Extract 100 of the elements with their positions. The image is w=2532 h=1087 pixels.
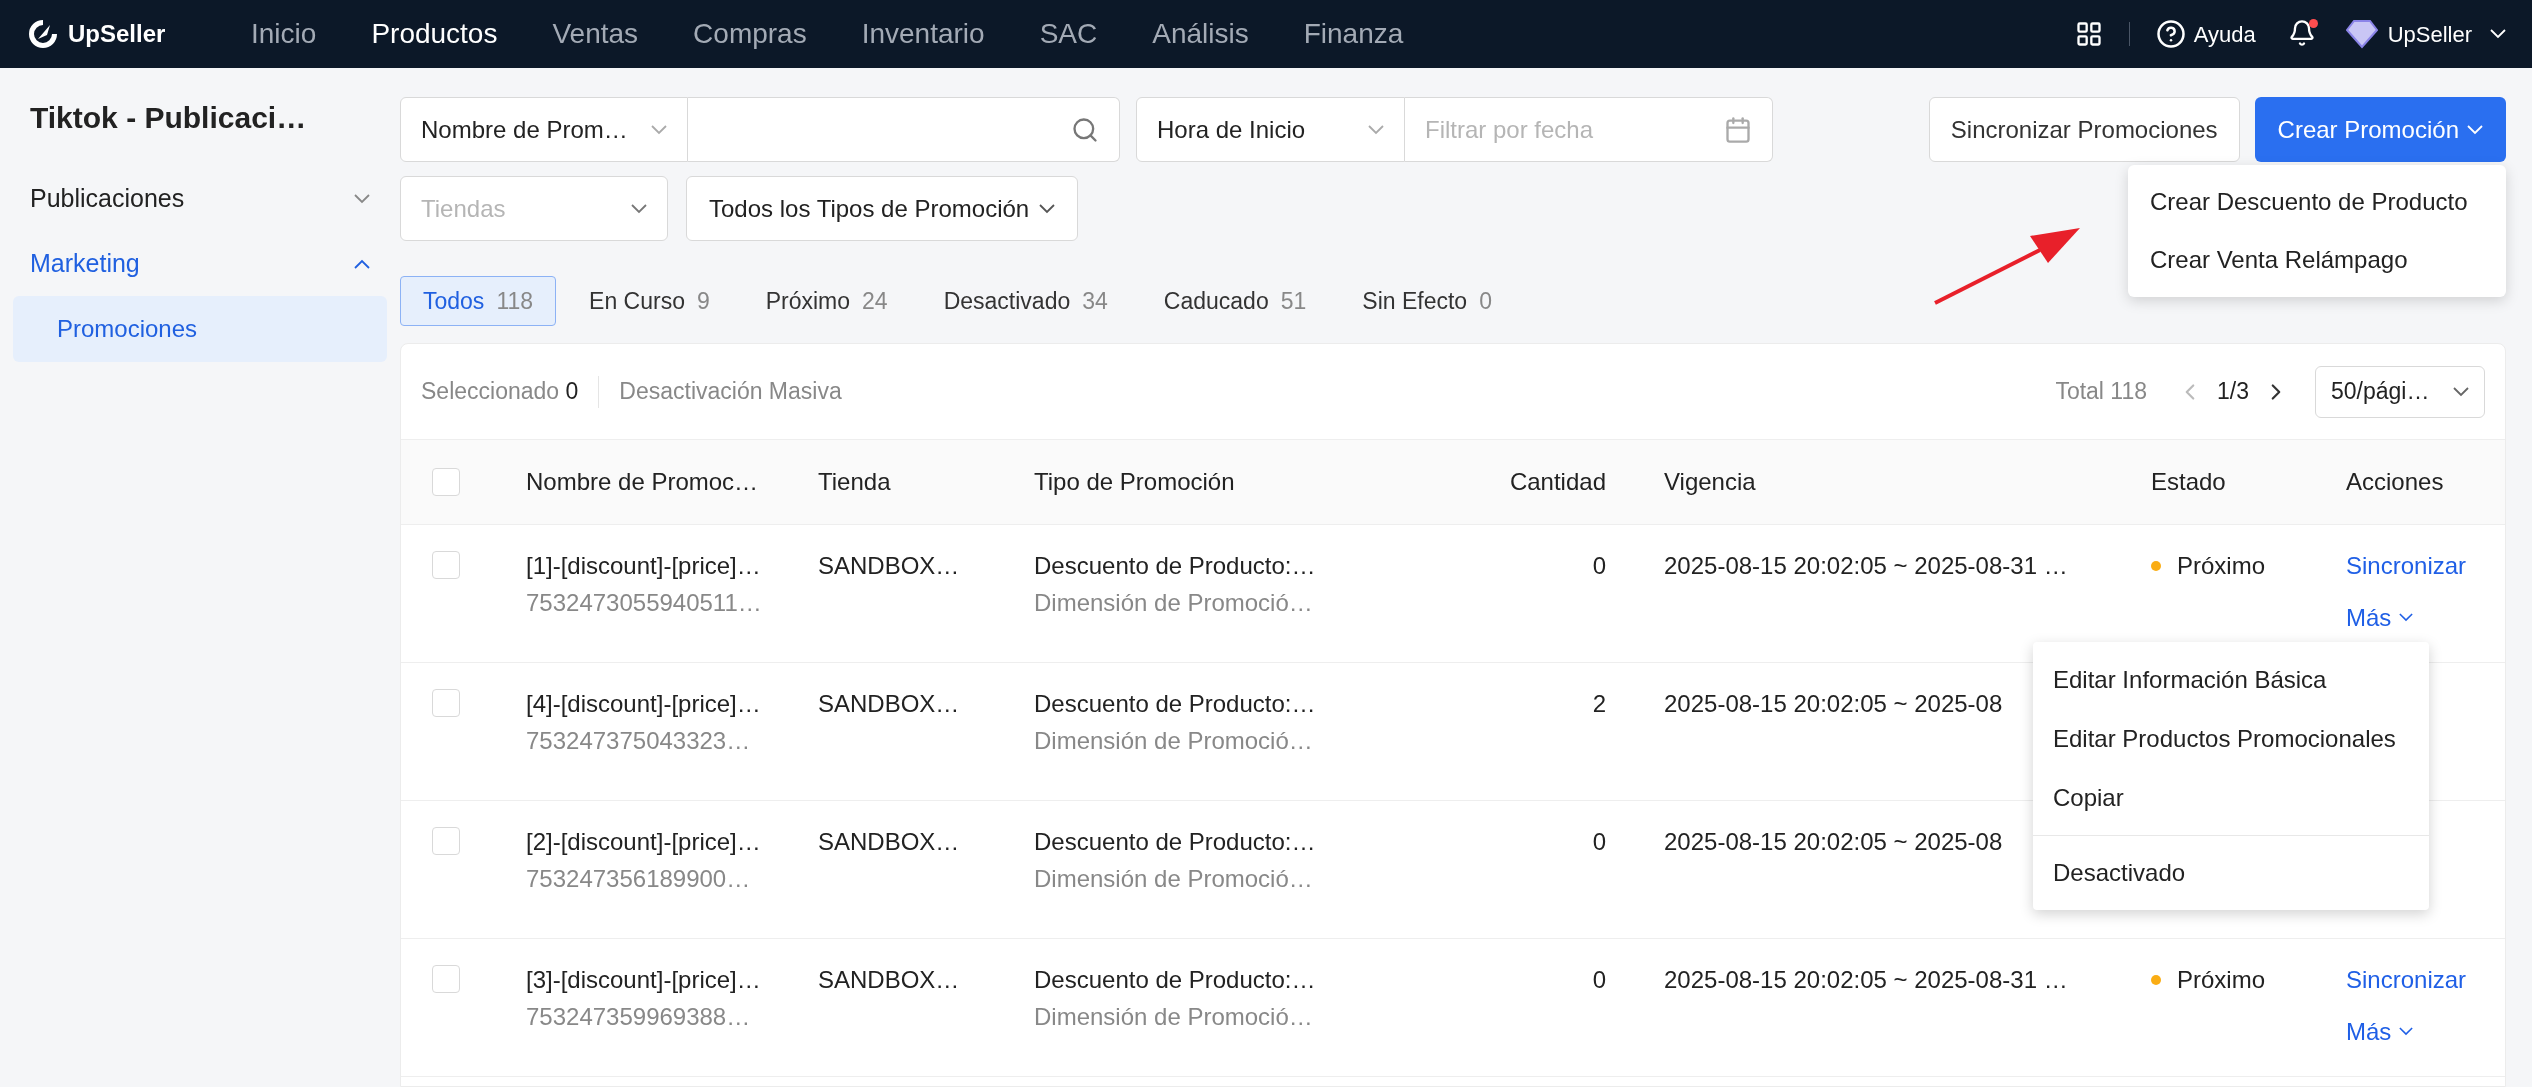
promotion-type: Descuento de Producto:… (1034, 689, 1317, 719)
store-name: SANDBOX… (818, 552, 960, 579)
sidebar-item[interactable]: Promociones (13, 296, 387, 362)
sidebar-group[interactable]: Marketing (13, 231, 387, 296)
checkbox[interactable] (432, 468, 460, 496)
menu-item[interactable]: Crear Venta Relámpago (2128, 231, 2506, 289)
help-link[interactable]: Ayuda (2193, 17, 2256, 51)
menu-item[interactable]: Editar Productos Promocionales (2033, 709, 2429, 768)
status-label: Próximo (2177, 965, 2266, 995)
search-icon[interactable] (1071, 115, 1099, 144)
quantity: 0 (1592, 966, 1606, 993)
type-select[interactable]: Todos los Tipos de Promoción (686, 176, 1079, 241)
promotion-name: [2]-[discount]-[price]… (526, 827, 762, 857)
checkbox[interactable] (432, 689, 460, 717)
time-by-select[interactable]: Hora de Inicio (1136, 97, 1405, 162)
checkbox[interactable] (432, 551, 460, 579)
promotion-dimension: Dimensión de Promoció… (1034, 726, 1314, 756)
chevron-up-icon (354, 258, 370, 269)
nav-link[interactable]: SAC (1039, 13, 1098, 55)
column-header: Cantidad (1509, 468, 1606, 495)
page-size-select[interactable]: 50/pági… (2315, 365, 2485, 418)
status-tab[interactable]: Sin Efecto 0 (1339, 276, 1515, 326)
column-header: Acciones (2346, 468, 2444, 495)
chevron-down-icon (651, 124, 667, 135)
status-tab[interactable]: Todos 118 (400, 276, 557, 326)
chevron-down-icon (1039, 203, 1056, 214)
store-name: SANDBOX… (818, 966, 960, 993)
chevron-down-icon (2490, 29, 2506, 39)
calendar-icon[interactable] (1724, 115, 1752, 144)
validity-period: 2025-08-15 20:02:05 ~ 2025-08-31 … (1664, 966, 2068, 993)
promotion-type: Descuento de Producto:… (1034, 827, 1317, 857)
promotion-name: [3]-[discount]-[price]… (526, 965, 762, 995)
status-tab[interactable]: Caducado 51 (1140, 276, 1330, 326)
nav-link[interactable]: Productos (371, 13, 498, 55)
promotion-id: 753247375043323… (526, 726, 752, 756)
column-header: Vigencia (1664, 468, 1756, 495)
store-name: SANDBOX… (818, 690, 960, 717)
nav-link[interactable]: Inventario (861, 13, 985, 55)
promotion-name: [4]-[discount]-[price]… (526, 689, 762, 719)
promotion-type: Descuento de Producto:… (1034, 551, 1317, 581)
sync-button[interactable]: Sincronizar Promociones (1928, 97, 2240, 162)
brand-name: UpSeller (68, 19, 166, 49)
checkbox[interactable] (432, 827, 460, 855)
nav-link[interactable]: Ventas (552, 13, 639, 55)
quantity: 2 (1592, 690, 1606, 717)
validity-period: 2025-08-15 20:02:05 ~ 2025-08 (1664, 828, 2003, 855)
status-tab[interactable]: Desactivado 34 (920, 276, 1131, 326)
chevron-down-icon (2453, 386, 2469, 397)
promotion-id: 753247359969388… (526, 1002, 752, 1032)
status-tab[interactable]: En Curso 9 (566, 276, 733, 326)
promotion-id: 753247356189900… (526, 864, 752, 894)
search-field[interactable] (688, 97, 1120, 162)
store-name: SANDBOX… (818, 828, 960, 855)
menu-item[interactable]: Editar Información Básica (2033, 650, 2429, 709)
sidebar-group[interactable]: Publicaciones (13, 166, 387, 231)
search-by-select[interactable]: Nombre de Prom… (400, 97, 688, 162)
help-icon[interactable] (2155, 19, 2186, 49)
chevron-down-icon (2399, 1027, 2414, 1036)
selected-count: Seleccionado 0 (421, 377, 579, 407)
bulk-deactivate-link[interactable]: Desactivación Masiva (619, 374, 842, 409)
quantity: 0 (1592, 552, 1606, 579)
status-tab[interactable]: Próximo 24 (742, 276, 911, 326)
column-header: Tipo de Promoción (1034, 468, 1235, 495)
total-count: Total 118 (2055, 377, 2147, 407)
create-button[interactable]: Crear Promoción (2254, 97, 2506, 162)
action-link[interactable]: Sincronizar (2346, 547, 2467, 584)
nav-link[interactable]: Finanza (1303, 13, 1404, 55)
promotion-dimension: Dimensión de Promoció… (1034, 588, 1314, 618)
bell-icon[interactable] (2287, 19, 2318, 49)
action-link[interactable]: Más (2346, 1013, 2414, 1050)
menu-item[interactable]: Desactivado (2033, 835, 2429, 902)
column-header: Estado (2151, 468, 2226, 495)
nav-link[interactable]: Inicio (251, 13, 317, 55)
menu-item[interactable]: Copiar (2033, 768, 2429, 827)
nav-link[interactable]: Análisis (1152, 13, 1249, 55)
quantity: 0 (1592, 828, 1606, 855)
page-indicator: 1/3 (2217, 377, 2249, 407)
chevron-down-icon (2467, 124, 2483, 135)
column-header: Nombre de Promoc… (526, 468, 759, 495)
validity-period: 2025-08-15 20:02:05 ~ 2025-08-31 … (1664, 552, 2068, 579)
promotion-id: 7532473055940511… (526, 588, 763, 618)
grid-icon[interactable] (2074, 20, 2103, 48)
menu-item[interactable]: Crear Descuento de Producto (2128, 173, 2506, 231)
promotion-name: [1]-[discount]-[price]… (526, 551, 762, 581)
promotion-dimension: Dimensión de Promoció… (1034, 1002, 1314, 1032)
chevron-down-icon (1368, 124, 1384, 135)
promotion-dimension: Dimensión de Promoció… (1034, 864, 1314, 894)
gem-icon (2345, 19, 2378, 49)
chevron-down-icon (354, 193, 370, 204)
promotion-type: Descuento de Producto:… (1034, 965, 1317, 995)
chevron-down-icon (631, 203, 647, 214)
action-link[interactable]: Sincronizar (2346, 961, 2467, 998)
sidebar-title: Tiktok - Publicaci… (29, 100, 308, 136)
nav-link[interactable]: Compras (693, 13, 807, 55)
column-header: Tienda (818, 468, 891, 495)
action-link[interactable]: Más (2346, 599, 2414, 636)
account-name[interactable]: UpSeller (2387, 17, 2472, 51)
validity-period: 2025-08-15 20:02:05 ~ 2025-08 (1664, 690, 2003, 717)
logo-icon (26, 17, 60, 51)
checkbox[interactable] (432, 965, 460, 993)
